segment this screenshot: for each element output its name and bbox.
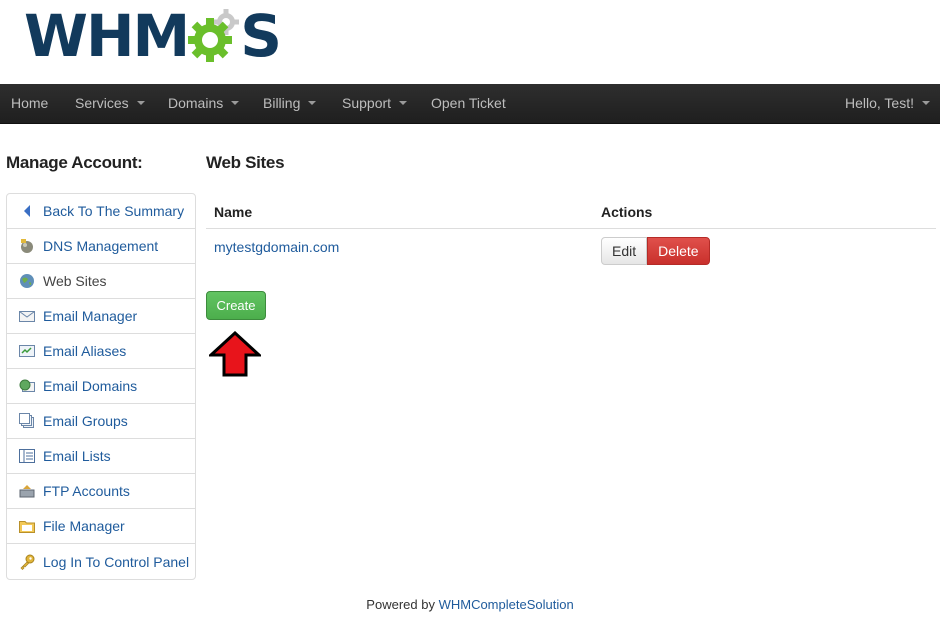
sidebar-item-web-sites[interactable]: Web Sites [7, 264, 195, 299]
nav-domains-label: Domains [168, 95, 224, 111]
sidebar-item-label: Email Lists [43, 448, 111, 464]
caret-down-icon [136, 101, 145, 106]
sidebar-item-label: Log In To Control Panel [43, 553, 190, 570]
gear-logo-icon [188, 9, 240, 62]
column-header-name: Name [214, 204, 253, 220]
page-title: Web Sites [206, 153, 285, 172]
key-icon [19, 554, 35, 570]
sidebar-title: Manage Account: [6, 153, 143, 172]
caret-down-icon [308, 101, 317, 106]
footer-link[interactable]: WHMCompleteSolution [439, 597, 574, 612]
create-button[interactable]: Create [206, 291, 266, 320]
up-arrow-annotation-icon [209, 331, 261, 377]
globe-icon [19, 273, 35, 289]
sidebar-item-label: DNS Management [43, 238, 159, 254]
sidebar-menu: Back To The Summary DNS Management Web S… [6, 193, 196, 580]
sidebar-item-ftp-accounts[interactable]: FTP Accounts [7, 474, 195, 509]
sidebar-item-label: Email Manager [43, 308, 138, 324]
nav-user-label: Hello, Test! [845, 95, 914, 111]
nav-open-ticket[interactable]: Open Ticket [431, 84, 506, 124]
sidebar-item-email-domains[interactable]: Email Domains [7, 369, 195, 404]
nav-home-label: Home [11, 95, 49, 111]
logo-text-right: S [240, 2, 283, 70]
sidebar-item-label: Email Domains [43, 378, 138, 394]
nav-domains[interactable]: Domains [168, 84, 240, 124]
sidebar-item-dns-management[interactable]: DNS Management [7, 229, 195, 264]
nav-support-label: Support [342, 95, 392, 111]
dns-icon [19, 238, 35, 254]
footer: Powered by WHMCompleteSolution [0, 597, 940, 612]
nav-billing[interactable]: Billing [263, 84, 317, 124]
email-groups-icon [19, 413, 35, 429]
sidebar-item-back-to-summary[interactable]: Back To The Summary [7, 194, 195, 229]
nav-services-label: Services [75, 95, 129, 111]
row-actions: Edit Delete [601, 237, 710, 265]
sidebar-item-email-aliases[interactable]: Email Aliases [7, 334, 195, 369]
sidebar-item-label: Email Aliases [43, 343, 127, 359]
delete-button[interactable]: Delete [647, 237, 710, 265]
sidebar-item-email-groups[interactable]: Email Groups [7, 404, 195, 439]
sidebar-item-email-lists[interactable]: Email Lists [7, 439, 195, 474]
email-list-icon [19, 448, 35, 464]
table-divider [206, 228, 936, 229]
nav-user-menu[interactable]: Hello, Test! [845, 84, 930, 124]
nav-services[interactable]: Services [75, 84, 145, 124]
caret-down-icon [399, 101, 408, 106]
top-navbar: Home Services Domains Billing Support Op… [0, 84, 940, 124]
sidebar-item-label: Email Groups [43, 413, 128, 429]
sidebar-item-label: Web Sites [43, 273, 107, 289]
email-domain-icon [19, 378, 35, 394]
email-alias-icon [19, 343, 35, 359]
nav-open-ticket-label: Open Ticket [431, 95, 506, 111]
caret-down-icon [922, 101, 930, 106]
website-domain-link[interactable]: mytestgdomain.com [214, 239, 339, 255]
whmcs-logo[interactable]: WHM S [24, 6, 282, 66]
nav-support[interactable]: Support [342, 84, 408, 124]
footer-prefix: Powered by [366, 597, 435, 612]
nav-home[interactable]: Home [11, 84, 48, 124]
sidebar-item-label: File Manager [43, 518, 125, 534]
sidebar-item-label: FTP Accounts [43, 483, 130, 499]
envelope-icon [19, 308, 35, 324]
sidebar-item-label: Back To The Summary [43, 203, 185, 219]
column-header-actions: Actions [601, 204, 653, 220]
nav-billing-label: Billing [263, 95, 301, 111]
sidebar-item-file-manager[interactable]: File Manager [7, 509, 195, 544]
logo-text-left: WHM [24, 2, 190, 70]
edit-button[interactable]: Edit [601, 237, 648, 265]
sidebar-item-control-panel-login[interactable]: Log In To Control Panel [7, 544, 195, 579]
caret-down-icon [231, 101, 240, 106]
sidebar-item-email-manager[interactable]: Email Manager [7, 299, 195, 334]
back-arrow-icon [19, 203, 35, 219]
ftp-icon [19, 483, 35, 499]
folder-icon [19, 518, 35, 534]
